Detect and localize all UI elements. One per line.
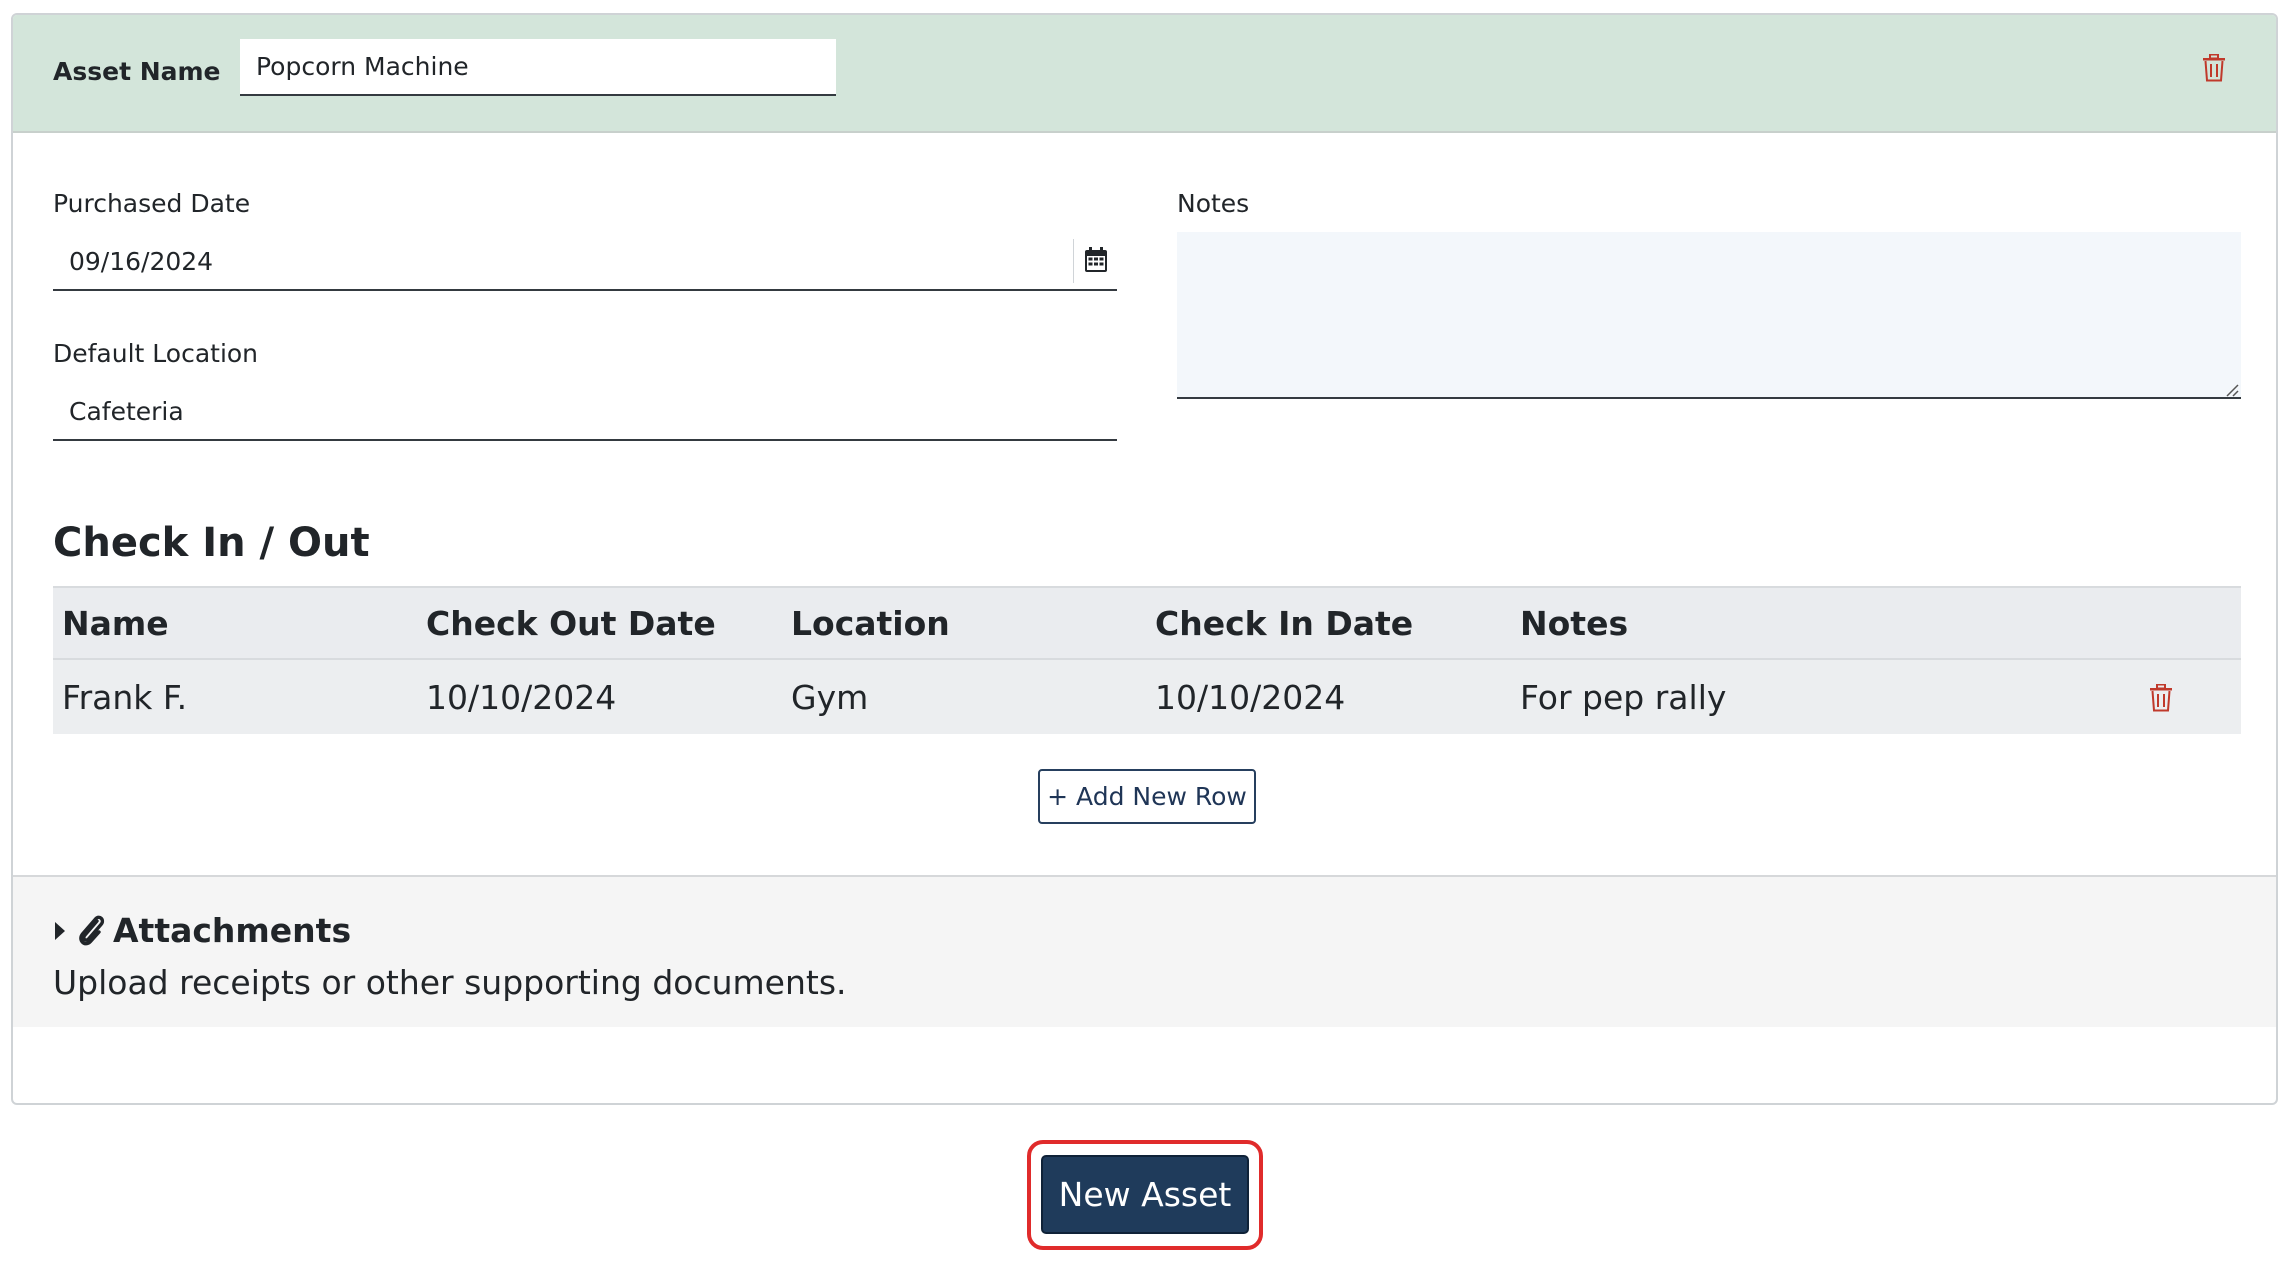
attachments-description: Upload receipts or other supporting docu… — [53, 963, 847, 1002]
check-in-out-title: Check In / Out — [53, 520, 370, 566]
attachments-title[interactable]: Attachments — [113, 911, 351, 950]
asset-card-header: Asset Name — [13, 15, 2276, 133]
default-location-label: Default Location — [53, 339, 259, 368]
paperclip-icon — [79, 915, 105, 946]
table-row: Frank F. 10/10/2024 Gym 10/10/2024 For p… — [53, 660, 2241, 734]
notes-label: Notes — [1177, 189, 1250, 218]
row-location: Gym — [791, 678, 869, 717]
calendar-icon[interactable] — [1084, 247, 1108, 273]
purchased-date-value: 09/16/2024 — [69, 247, 214, 276]
new-asset-button[interactable]: New Asset — [1041, 1155, 1249, 1234]
asset-card: Asset Name Purchased Date 09/16/2024 Def… — [11, 13, 2278, 1105]
asset-name-label: Asset Name — [53, 57, 221, 86]
date-divider — [1073, 239, 1074, 283]
resize-grip-icon[interactable] — [2225, 383, 2239, 397]
default-location-input[interactable] — [53, 383, 1117, 441]
table-header: Name Check Out Date Location Check In Da… — [53, 586, 2241, 660]
attachments-section: Attachments Upload receipts or other sup… — [13, 875, 2276, 1027]
caret-right-icon[interactable] — [53, 921, 67, 941]
column-header-notes: Notes — [1520, 604, 1629, 643]
column-header-name: Name — [62, 604, 169, 643]
add-new-row-button[interactable]: + Add New Row — [1038, 769, 1256, 824]
notes-textarea[interactable] — [1177, 232, 2241, 399]
row-check-in-date: 10/10/2024 — [1155, 678, 1346, 717]
purchased-date-input[interactable]: 09/16/2024 — [53, 233, 1117, 291]
row-name: Frank F. — [62, 678, 188, 717]
purchased-date-label: Purchased Date — [53, 189, 251, 218]
row-check-out-date: 10/10/2024 — [426, 678, 617, 717]
column-header-check-in-date: Check In Date — [1155, 604, 1414, 643]
delete-row-trash-icon[interactable] — [2149, 684, 2173, 712]
delete-asset-trash-icon[interactable] — [2202, 54, 2226, 82]
asset-name-input[interactable] — [240, 39, 836, 96]
column-header-location: Location — [791, 604, 950, 643]
column-header-check-out-date: Check Out Date — [426, 604, 716, 643]
row-notes: For pep rally — [1520, 678, 1727, 717]
